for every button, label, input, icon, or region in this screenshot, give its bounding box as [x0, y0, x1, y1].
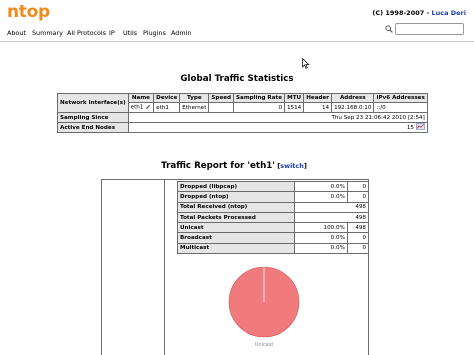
- menu-about[interactable]: About: [7, 29, 26, 37]
- traffic-report-title: Traffic Report for 'eth1' [switch]: [0, 161, 468, 171]
- search-area: [385, 22, 464, 36]
- col-header: Header: [303, 93, 333, 103]
- row-percent: 0.0%: [293, 180, 348, 193]
- report-left-pane: [102, 180, 165, 355]
- pie-legend-label: Unicast: [254, 342, 274, 348]
- ntop-logo[interactable]: ntop: [7, 2, 50, 22]
- row-percent: 0.0%: [293, 232, 348, 244]
- table-row: Dropped (ntop) 0.0% 0: [177, 191, 370, 203]
- col-name: Name: [127, 93, 155, 103]
- interface-mtu: 1514: [283, 102, 305, 113]
- row-percent: 100.0%: [293, 222, 348, 234]
- table-row: Broadcast 0.0% 0: [177, 232, 370, 244]
- global-stats-table: Network Interface(s) Name Device Type Sp…: [57, 93, 428, 133]
- sampling-since-label: Sampling Since: [57, 112, 129, 123]
- copyright-text: (C) 1998-2007 -: [372, 9, 432, 17]
- row-value: 0: [346, 191, 370, 203]
- search-icon[interactable]: [385, 25, 393, 33]
- interface-speed: [208, 102, 235, 113]
- row-label: Broadcast: [177, 232, 295, 244]
- row-label: Total Packets Processed: [177, 211, 295, 224]
- col-device: Device: [153, 93, 181, 103]
- row-value: 0: [346, 232, 370, 244]
- search-input[interactable]: [395, 23, 464, 35]
- menu-summary[interactable]: Summary: [32, 29, 63, 37]
- interface-sampling-rate: 0: [233, 102, 285, 113]
- header-divider: [0, 41, 474, 42]
- row-value: 498: [346, 222, 370, 234]
- switch-link[interactable]: switch: [280, 162, 304, 170]
- row-label: Total Received (ntop): [177, 201, 295, 213]
- interface-ipv6: ::/0: [373, 102, 428, 113]
- col-mtu: MTU: [283, 93, 305, 103]
- menu-ip[interactable]: IP: [109, 29, 115, 37]
- interfaces-label: Network Interface(s): [57, 93, 129, 113]
- active-end-nodes-cell: 15: [127, 122, 428, 133]
- interface-header: 14: [303, 102, 333, 113]
- menu-all-protocols[interactable]: All Protocols: [67, 29, 106, 37]
- row-percent: 0.0%: [293, 191, 348, 203]
- interface-name-cell: eth1: [127, 102, 155, 113]
- sampling-since-value: Thu Sep 23 21:06:42 2010 [2:54]: [127, 112, 428, 123]
- copyright-notice: (C) 1998-2007 - Luca Deri: [372, 9, 466, 17]
- menu-admin[interactable]: Admin: [171, 29, 191, 37]
- col-sampling-rate: Sampling Rate: [233, 93, 285, 103]
- col-type: Type: [179, 93, 210, 103]
- table-row: Unicast 100.0% 498: [177, 222, 370, 234]
- unicast-pie-chart: [228, 266, 300, 338]
- row-label: Dropped (ntop): [177, 191, 295, 203]
- chart-icon[interactable]: [415, 123, 425, 132]
- table-row: Total Packets Processed 498: [177, 211, 370, 224]
- table-row: Multicast 0.0% 0: [177, 242, 370, 255]
- table-row: Dropped (libpcap) 0.0% 0: [177, 180, 370, 193]
- col-address: Address: [331, 93, 375, 103]
- interface-name: eth1: [130, 104, 144, 111]
- switch-wrapper: [switch]: [275, 162, 307, 170]
- row-label: Dropped (libpcap): [177, 180, 295, 193]
- row-value: 0: [346, 180, 370, 193]
- active-end-nodes-value: 15: [406, 125, 414, 131]
- table-row: Total Received (ntop) 498: [177, 201, 370, 213]
- menu-utils[interactable]: Utils: [123, 29, 137, 37]
- switch-bracket-close: ]: [303, 162, 307, 170]
- col-ipv6: IPv6 Addresses: [373, 93, 428, 103]
- edit-icon[interactable]: [145, 104, 151, 110]
- traffic-report-heading: Traffic Report for 'eth1': [161, 161, 275, 171]
- row-value: 498: [293, 211, 370, 224]
- author-link[interactable]: Luca Deri: [431, 9, 466, 17]
- traffic-report-table: Dropped (libpcap) 0.0% 0 Dropped (ntop) …: [177, 180, 370, 255]
- row-label: Unicast: [177, 222, 295, 234]
- menu-plugins[interactable]: Plugins: [143, 29, 166, 37]
- row-label: Multicast: [177, 242, 295, 255]
- mouse-cursor-icon: [302, 58, 310, 69]
- row-percent: 0.0%: [293, 242, 348, 255]
- interface-address: 192.168.0.10: [331, 102, 375, 113]
- row-value: 498: [293, 201, 370, 213]
- interface-type: Ethernet: [179, 102, 210, 113]
- active-end-nodes-label: Active End Nodes: [57, 122, 129, 133]
- global-stats-title: Global Traffic Statistics: [180, 74, 294, 84]
- interface-device: eth1: [153, 102, 181, 113]
- col-speed: Speed: [208, 93, 235, 103]
- row-value: 0: [346, 242, 370, 255]
